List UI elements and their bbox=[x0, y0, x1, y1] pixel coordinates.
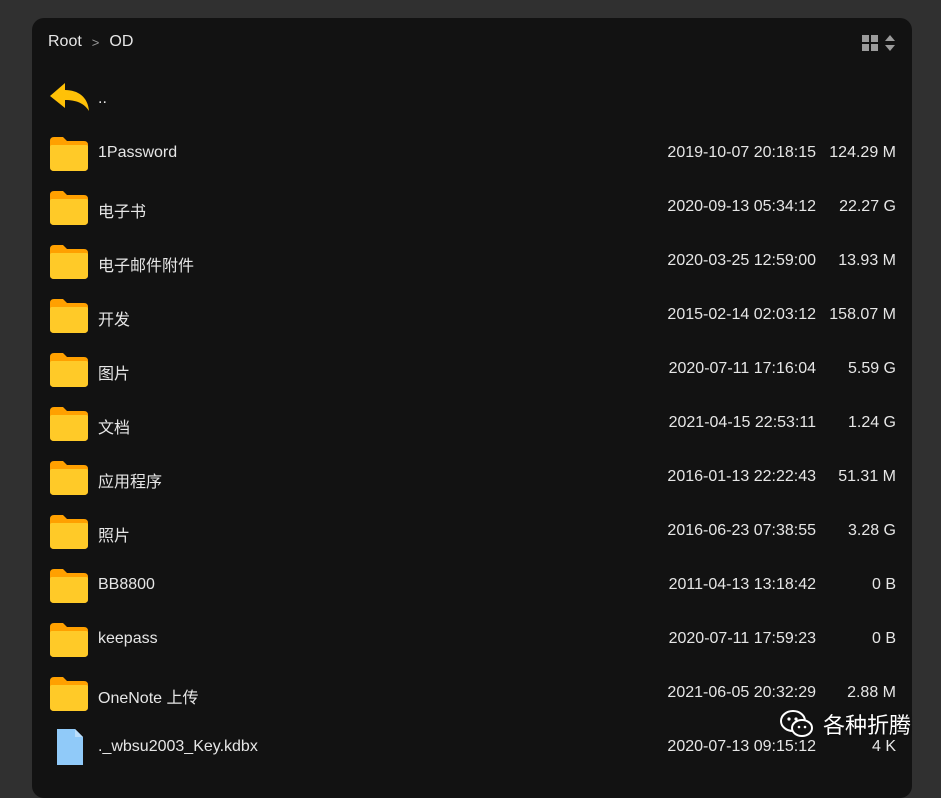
breadcrumb-root[interactable]: Root bbox=[48, 33, 82, 51]
item-name: keepass bbox=[98, 630, 158, 648]
item-modified-date: 2020-09-13 05:34:12 bbox=[667, 198, 816, 216]
folder-icon bbox=[48, 511, 90, 551]
back-arrow-icon bbox=[48, 79, 90, 119]
item-name: 应用程序 bbox=[98, 468, 162, 492]
breadcrumb-separator: > bbox=[92, 35, 100, 50]
folder-icon bbox=[48, 133, 90, 173]
item-size: 4 K bbox=[872, 738, 896, 756]
item-size: 158.07 M bbox=[829, 306, 896, 324]
item-modified-date: 2020-07-11 17:16:04 bbox=[669, 360, 816, 378]
file-icon bbox=[48, 727, 90, 767]
folder-row[interactable]: keepass 2020-07-11 17:59:23 0 B bbox=[32, 612, 912, 666]
folder-row[interactable]: 文档 2021-04-15 22:53:11 1.24 G bbox=[32, 396, 912, 450]
item-modified-date: 2021-06-05 20:32:29 bbox=[667, 684, 816, 702]
item-name: 电子书 bbox=[98, 198, 146, 222]
item-modified-date: 2019-10-07 20:18:15 bbox=[667, 144, 816, 162]
item-modified-date: 2021-04-15 22:53:11 bbox=[669, 414, 816, 432]
item-modified-date: 2016-01-13 22:22:43 bbox=[667, 468, 816, 486]
watermark: 各种折腾 bbox=[779, 708, 911, 740]
folder-icon bbox=[48, 295, 90, 335]
item-size: 3.28 G bbox=[848, 522, 896, 540]
folder-icon bbox=[48, 349, 90, 389]
wechat-icon bbox=[779, 709, 815, 739]
parent-directory-label: .. bbox=[98, 90, 107, 108]
view-controls bbox=[862, 34, 896, 52]
header: Root > OD bbox=[32, 18, 912, 68]
folder-row[interactable]: BB8800 2011-04-13 13:18:42 0 B bbox=[32, 558, 912, 612]
item-name: 开发 bbox=[98, 306, 130, 330]
folder-row[interactable]: 1Password 2019-10-07 20:18:15 124.29 M bbox=[32, 126, 912, 180]
item-name: BB8800 bbox=[98, 576, 155, 594]
folder-row[interactable]: 电子书 2020-09-13 05:34:12 22.27 G bbox=[32, 180, 912, 234]
folder-row[interactable]: 照片 2016-06-23 07:38:55 3.28 G bbox=[32, 504, 912, 558]
item-size: 124.29 M bbox=[829, 144, 896, 162]
folder-icon bbox=[48, 457, 90, 497]
watermark-text: 各种折腾 bbox=[823, 708, 911, 740]
item-name: 图片 bbox=[98, 360, 130, 384]
item-size: 13.93 M bbox=[838, 252, 896, 270]
grid-view-icon[interactable] bbox=[862, 35, 878, 51]
item-size: 0 B bbox=[872, 630, 896, 648]
item-name: ._wbsu2003_Key.kdbx bbox=[98, 738, 258, 756]
folder-icon bbox=[48, 565, 90, 605]
item-name: 1Password bbox=[98, 144, 177, 162]
item-modified-date: 2011-04-13 13:18:42 bbox=[669, 576, 816, 594]
folder-row[interactable]: 开发 2015-02-14 02:03:12 158.07 M bbox=[32, 288, 912, 342]
item-size: 0 B bbox=[872, 576, 896, 594]
folder-row[interactable]: 应用程序 2016-01-13 22:22:43 51.31 M bbox=[32, 450, 912, 504]
file-list: .. 1Password 2019-10-07 20:18:15 124.29 M 电… bbox=[32, 72, 912, 774]
parent-directory-row[interactable]: .. bbox=[32, 72, 912, 126]
item-modified-date: 2020-07-11 17:59:23 bbox=[669, 630, 816, 648]
item-size: 51.31 M bbox=[838, 468, 896, 486]
sort-icon[interactable] bbox=[884, 34, 896, 52]
folder-row[interactable]: 图片 2020-07-11 17:16:04 5.59 G bbox=[32, 342, 912, 396]
item-name: 电子邮件附件 bbox=[98, 252, 194, 276]
folder-icon bbox=[48, 241, 90, 281]
folder-icon bbox=[48, 673, 90, 713]
item-modified-date: 2015-02-14 02:03:12 bbox=[667, 306, 816, 324]
folder-icon bbox=[48, 619, 90, 659]
item-modified-date: 2020-07-13 09:15:12 bbox=[667, 738, 816, 756]
breadcrumb: Root > OD bbox=[48, 33, 133, 51]
breadcrumb-current[interactable]: OD bbox=[109, 33, 133, 51]
item-name: 文档 bbox=[98, 414, 130, 438]
folder-row[interactable]: 电子邮件附件 2020-03-25 12:59:00 13.93 M bbox=[32, 234, 912, 288]
item-modified-date: 2016-06-23 07:38:55 bbox=[667, 522, 816, 540]
item-size: 22.27 G bbox=[839, 198, 896, 216]
item-size: 5.59 G bbox=[848, 360, 896, 378]
item-name: 照片 bbox=[98, 522, 130, 546]
item-size: 2.88 M bbox=[847, 684, 896, 702]
folder-icon bbox=[48, 403, 90, 443]
item-size: 1.24 G bbox=[848, 414, 896, 432]
item-modified-date: 2020-03-25 12:59:00 bbox=[667, 252, 816, 270]
item-name: OneNote 上传 bbox=[98, 684, 199, 708]
file-browser-panel: Root > OD .. 1Password 2019-10-07 20:18:1… bbox=[32, 18, 912, 798]
folder-icon bbox=[48, 187, 90, 227]
